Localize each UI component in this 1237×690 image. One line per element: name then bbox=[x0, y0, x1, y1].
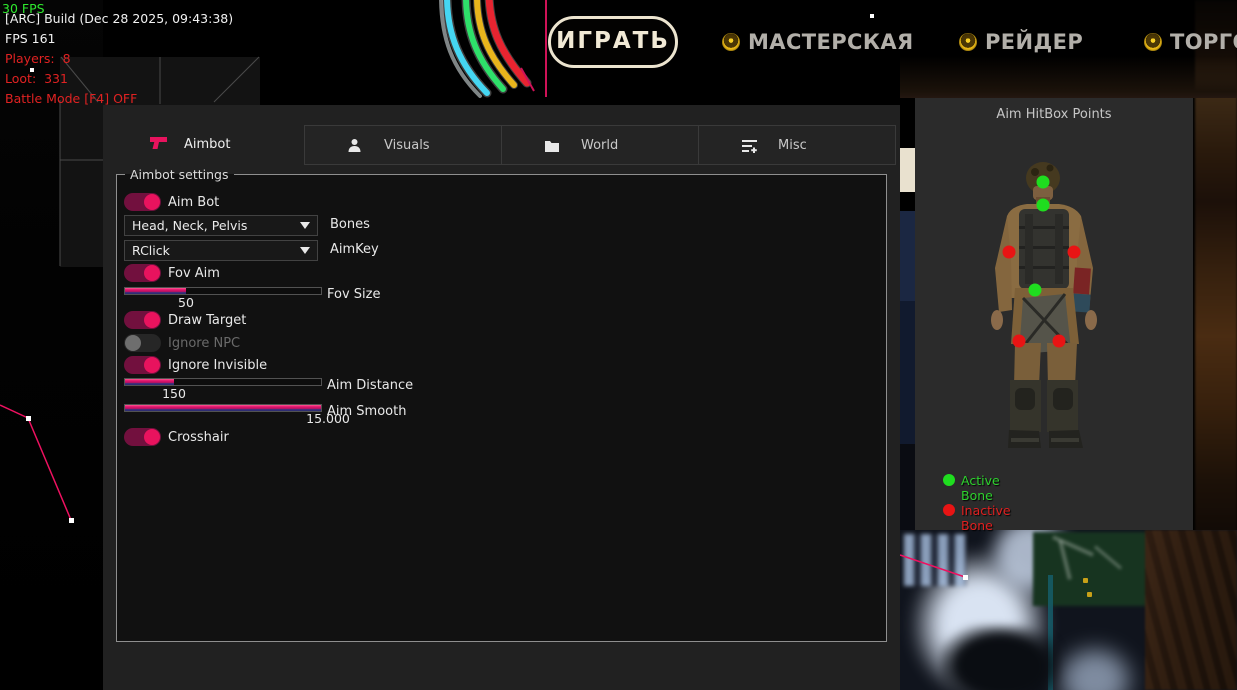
fov-aim-toggle[interactable] bbox=[124, 264, 161, 282]
bone-point-left-arm[interactable] bbox=[1003, 246, 1016, 259]
aim-distance-value: 150 bbox=[162, 386, 186, 401]
bone-point-pelvis[interactable] bbox=[1029, 284, 1042, 297]
menu-item-raider[interactable]: РЕЙДЕР bbox=[985, 30, 1083, 54]
aim-distance-label: Aim Distance bbox=[327, 378, 413, 393]
game-background-bottomright bbox=[900, 530, 1237, 690]
aimkey-dropdown-value: RClick bbox=[132, 243, 170, 258]
game-window-blue bbox=[899, 211, 915, 301]
ignore-invisible-label: Ignore Invisible bbox=[168, 358, 267, 373]
esp-node-dot bbox=[26, 416, 31, 421]
foreground-shadow bbox=[940, 625, 1060, 690]
coin-icon bbox=[959, 33, 977, 51]
toggle-knob bbox=[125, 335, 141, 351]
hud-battle-mode: Battle Mode [F4] OFF bbox=[5, 91, 137, 106]
toggle-knob bbox=[144, 357, 160, 373]
ignore-invisible-toggle[interactable] bbox=[124, 356, 161, 374]
aim-distance-slider[interactable] bbox=[124, 378, 322, 386]
gun-icon bbox=[149, 136, 168, 155]
toggle-knob bbox=[144, 312, 160, 328]
menu-item-trade[interactable]: ТОРГО bbox=[1170, 30, 1237, 54]
coin-icon bbox=[1144, 33, 1162, 51]
person-icon bbox=[347, 138, 362, 157]
tab-world[interactable]: World bbox=[501, 125, 699, 165]
fov-aim-label: Fov Aim bbox=[168, 266, 220, 281]
crosshair-toggle[interactable] bbox=[124, 428, 161, 446]
snow-blob bbox=[1050, 640, 1140, 690]
aim-smooth-slider[interactable] bbox=[124, 404, 322, 412]
coin-icon bbox=[722, 33, 740, 51]
tab-visuals[interactable]: Visuals bbox=[304, 125, 502, 165]
hud-players-count: Players: 8 bbox=[5, 51, 71, 66]
ignore-npc-label: Ignore NPC bbox=[168, 336, 240, 351]
esp-node-dot bbox=[69, 518, 74, 523]
bone-point-neck[interactable] bbox=[1037, 199, 1050, 212]
wood-beam bbox=[1145, 530, 1237, 690]
menu-item-workshop[interactable]: МАСТЕРСКАЯ bbox=[748, 30, 914, 54]
esp-node-dot bbox=[963, 575, 968, 580]
tab-label: World bbox=[581, 138, 618, 153]
draw-target-label: Draw Target bbox=[168, 313, 246, 328]
aim-bot-toggle[interactable] bbox=[124, 193, 161, 211]
legend-label: Active Bone bbox=[961, 473, 1000, 503]
draw-target-toggle[interactable] bbox=[124, 311, 161, 329]
bone-point-right-arm[interactable] bbox=[1068, 246, 1081, 259]
cheat-menu-panel: Aimbot Visuals World Misc Aimbot setting… bbox=[103, 105, 900, 690]
hud-loot-count: Loot: 331 bbox=[5, 71, 68, 86]
toggle-knob bbox=[144, 265, 160, 281]
bone-point-head[interactable] bbox=[1037, 176, 1050, 189]
aim-hitbox-panel: Aim HitBox Points bbox=[915, 98, 1193, 530]
crosshair-label: Crosshair bbox=[168, 430, 229, 445]
game-doorway-light bbox=[899, 148, 915, 192]
light-dot bbox=[1083, 578, 1088, 583]
bone-point-left-leg[interactable] bbox=[1013, 335, 1026, 348]
window-slats bbox=[904, 534, 966, 586]
player-model bbox=[915, 98, 1193, 530]
aimkey-label: AimKey bbox=[330, 242, 379, 257]
toggle-knob bbox=[144, 194, 160, 210]
tab-aimbot[interactable]: Aimbot bbox=[184, 137, 230, 152]
aim-smooth-value: 15.000 bbox=[306, 411, 350, 426]
bone-point-right-leg[interactable] bbox=[1053, 335, 1066, 348]
fov-size-label: Fov Size bbox=[327, 287, 380, 302]
playlist-add-icon bbox=[741, 138, 758, 157]
tab-misc[interactable]: Misc bbox=[698, 125, 896, 165]
chevron-down-icon bbox=[300, 247, 310, 254]
hud-fps: FPS 161 bbox=[5, 31, 56, 46]
aimkey-dropdown[interactable]: RClick bbox=[124, 240, 318, 261]
slider-fill bbox=[125, 288, 186, 294]
aimbot-settings-title: Aimbot settings bbox=[125, 167, 234, 182]
folder-icon bbox=[544, 138, 560, 157]
tab-label: Visuals bbox=[384, 138, 430, 153]
bones-dropdown[interactable]: Head, Neck, Pelvis bbox=[124, 215, 318, 236]
ignore-npc-toggle[interactable] bbox=[124, 334, 161, 352]
red-dot-icon bbox=[943, 504, 955, 516]
slider-fill bbox=[125, 405, 321, 411]
game-window-blue bbox=[899, 301, 915, 444]
light-dot bbox=[1087, 592, 1092, 597]
bones-dropdown-value: Head, Neck, Pelvis bbox=[132, 218, 247, 233]
tab-label: Misc bbox=[778, 138, 807, 153]
slider-fill bbox=[125, 379, 174, 385]
green-dot-icon bbox=[943, 474, 955, 486]
legend-label: Inactive Bone bbox=[961, 503, 1011, 533]
bones-label: Bones bbox=[330, 217, 370, 232]
fov-size-slider[interactable] bbox=[124, 287, 322, 295]
fov-size-value: 50 bbox=[178, 295, 194, 310]
toggle-knob bbox=[144, 429, 160, 445]
play-button[interactable]: ИГРАТЬ bbox=[548, 16, 678, 68]
game-window-dark bbox=[899, 444, 915, 530]
chevron-down-icon bbox=[300, 222, 310, 229]
aim-bot-label: Aim Bot bbox=[168, 195, 219, 210]
hud-build-info: [ARC] Build (Dec 28 2025, 09:43:38) bbox=[5, 11, 233, 26]
